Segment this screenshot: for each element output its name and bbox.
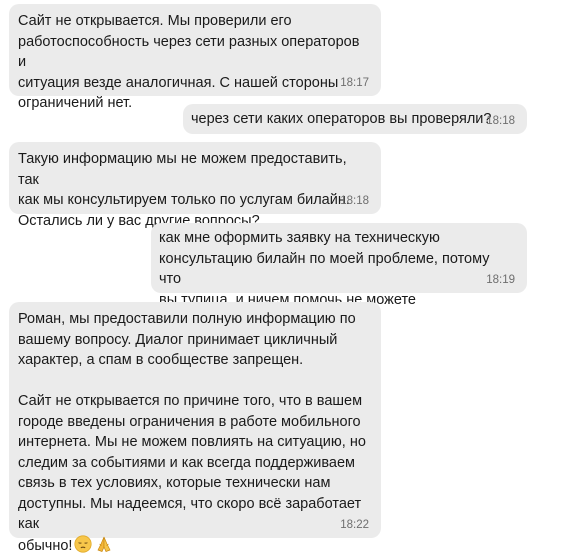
message-text: Сайт не открывается. Мы проверили его ра… — [18, 11, 369, 114]
outgoing-message: как мне оформить заявку на техническую к… — [151, 223, 527, 293]
message-time: 18:18 — [340, 194, 369, 208]
message-time: 18:17 — [340, 76, 369, 90]
message-time: 18:18 — [486, 114, 515, 128]
message-text: как мне оформить заявку на техническую к… — [159, 228, 515, 310]
message-time: 18:19 — [486, 273, 515, 287]
message-text-body: Роман, мы предоставили полную информацию… — [18, 311, 366, 554]
message-time: 18:22 — [340, 518, 369, 532]
incoming-message: Такую информацию мы не можем предоставит… — [9, 142, 381, 214]
message-text: через сети каких операторов вы проверяли… — [191, 109, 515, 130]
chat-history: Сайт не открывается. Мы проверили его ра… — [0, 0, 562, 542]
pensive-face-icon — [74, 535, 92, 559]
outgoing-message: через сети каких операторов вы проверяли… — [183, 104, 527, 134]
folded-hands-icon — [94, 535, 114, 559]
message-text: Такую информацию мы не можем предоставит… — [18, 149, 369, 231]
incoming-message: Сайт не открывается. Мы проверили его ра… — [9, 4, 381, 96]
incoming-message: Роман, мы предоставили полную информацию… — [9, 302, 381, 538]
message-text: Роман, мы предоставили полную информацию… — [18, 309, 369, 559]
